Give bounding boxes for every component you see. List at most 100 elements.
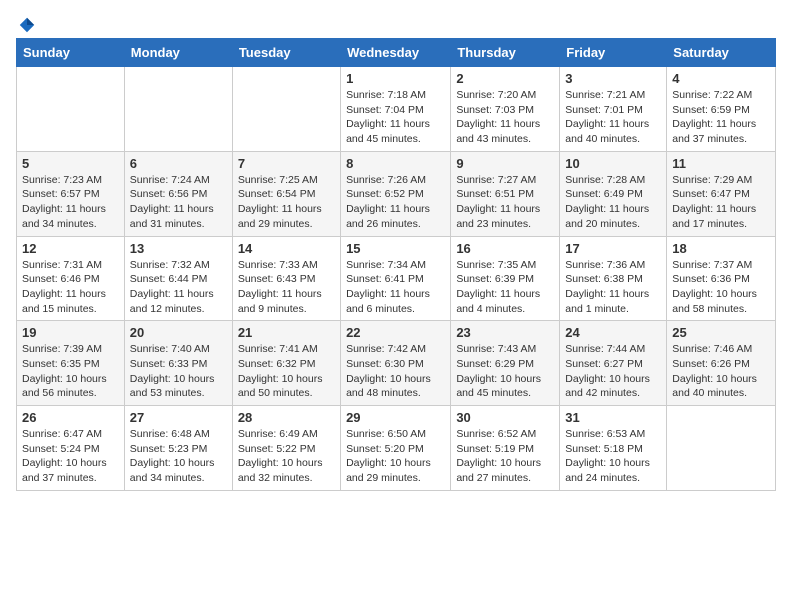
day-number: 15: [346, 241, 445, 256]
day-cell: 24Sunrise: 7:44 AM Sunset: 6:27 PM Dayli…: [560, 321, 667, 406]
weekday-header-monday: Monday: [124, 39, 232, 67]
day-cell: 25 Sunrise: 7:46 AM Sunset: 6:26 PM Dayli…: [667, 321, 776, 406]
weekday-header-saturday: Saturday: [667, 39, 776, 67]
day-number: 23: [456, 325, 554, 340]
day-cell: 10Sunrise: 7:28 AM Sunset: 6:49 PM Dayli…: [560, 151, 667, 236]
day-number: 9: [456, 156, 554, 171]
day-number: 26: [22, 410, 119, 425]
day-info: Sunrise: 6:52 AM Sunset: 5:19 PM Dayligh…: [456, 427, 554, 486]
day-info: Sunrise: 7:36 AM Sunset: 6:38 PM Dayligh…: [565, 258, 661, 317]
weekday-header-thursday: Thursday: [451, 39, 560, 67]
day-number: 2: [456, 71, 554, 86]
day-cell: 26 Sunrise: 6:47 AM Sunset: 5:24 PM Dayli…: [17, 406, 125, 491]
weekday-header-tuesday: Tuesday: [232, 39, 340, 67]
day-info: Sunrise: 7:32 AM Sunset: 6:44 PM Dayligh…: [130, 258, 227, 317]
day-number: 6: [130, 156, 227, 171]
weekday-header-wednesday: Wednesday: [341, 39, 451, 67]
day-number: 29: [346, 410, 445, 425]
day-number: 27: [130, 410, 227, 425]
day-number: 1: [346, 71, 445, 86]
day-info: Sunrise: 6:53 AM Sunset: 5:18 PM Dayligh…: [565, 427, 661, 486]
day-cell: 28 Sunrise: 6:49 AM Sunset: 5:22 PM Dayli…: [232, 406, 340, 491]
week-row-1: 1Sunrise: 7:18 AM Sunset: 7:04 PM Daylig…: [17, 67, 776, 152]
day-number: 12: [22, 241, 119, 256]
day-cell: 7 Sunrise: 7:25 AM Sunset: 6:54 PM Daylig…: [232, 151, 340, 236]
day-number: 14: [238, 241, 335, 256]
day-info: Sunrise: 6:50 AM Sunset: 5:20 PM Dayligh…: [346, 427, 445, 486]
calendar-table: SundayMondayTuesdayWednesdayThursdayFrid…: [16, 38, 776, 491]
day-number: 28: [238, 410, 335, 425]
day-cell: 22 Sunrise: 7:42 AM Sunset: 6:30 PM Dayli…: [341, 321, 451, 406]
day-info: Sunrise: 7:35 AM Sunset: 6:39 PM Dayligh…: [456, 258, 554, 317]
day-info: Sunrise: 7:43 AM Sunset: 6:29 PM Dayligh…: [456, 342, 554, 401]
day-number: 5: [22, 156, 119, 171]
weekday-header-sunday: Sunday: [17, 39, 125, 67]
day-number: 11: [672, 156, 770, 171]
day-cell: 6Sunrise: 7:24 AM Sunset: 6:56 PM Daylig…: [124, 151, 232, 236]
weekday-header-friday: Friday: [560, 39, 667, 67]
day-cell: 15Sunrise: 7:34 AM Sunset: 6:41 PM Dayli…: [341, 236, 451, 321]
day-cell: 1Sunrise: 7:18 AM Sunset: 7:04 PM Daylig…: [341, 67, 451, 152]
day-cell: [17, 67, 125, 152]
day-cell: 4 Sunrise: 7:22 AM Sunset: 6:59 PM Daylig…: [667, 67, 776, 152]
day-info: Sunrise: 7:23 AM Sunset: 6:57 PM Dayligh…: [22, 173, 119, 232]
day-cell: 3 Sunrise: 7:21 AM Sunset: 7:01 PM Daylig…: [560, 67, 667, 152]
day-cell: 30 Sunrise: 6:52 AM Sunset: 5:19 PM Dayli…: [451, 406, 560, 491]
day-number: 16: [456, 241, 554, 256]
day-info: Sunrise: 7:37 AM Sunset: 6:36 PM Dayligh…: [672, 258, 770, 317]
day-number: 25: [672, 325, 770, 340]
day-info: Sunrise: 7:27 AM Sunset: 6:51 PM Dayligh…: [456, 173, 554, 232]
logo-icon: [18, 16, 36, 34]
day-cell: 9 Sunrise: 7:27 AM Sunset: 6:51 PM Daylig…: [451, 151, 560, 236]
day-number: 4: [672, 71, 770, 86]
day-cell: [232, 67, 340, 152]
day-number: 22: [346, 325, 445, 340]
day-info: Sunrise: 7:33 AM Sunset: 6:43 PM Dayligh…: [238, 258, 335, 317]
day-info: Sunrise: 7:25 AM Sunset: 6:54 PM Dayligh…: [238, 173, 335, 232]
day-info: Sunrise: 7:20 AM Sunset: 7:03 PM Dayligh…: [456, 88, 554, 147]
day-cell: 19 Sunrise: 7:39 AM Sunset: 6:35 PM Dayli…: [17, 321, 125, 406]
day-info: Sunrise: 7:46 AM Sunset: 6:26 PM Dayligh…: [672, 342, 770, 401]
day-number: 13: [130, 241, 227, 256]
day-cell: 14 Sunrise: 7:33 AM Sunset: 6:43 PM Dayli…: [232, 236, 340, 321]
weekday-header-row: SundayMondayTuesdayWednesdayThursdayFrid…: [17, 39, 776, 67]
day-info: Sunrise: 7:29 AM Sunset: 6:47 PM Dayligh…: [672, 173, 770, 232]
day-cell: [667, 406, 776, 491]
day-info: Sunrise: 7:26 AM Sunset: 6:52 PM Dayligh…: [346, 173, 445, 232]
day-number: 31: [565, 410, 661, 425]
day-number: 24: [565, 325, 661, 340]
day-info: Sunrise: 6:48 AM Sunset: 5:23 PM Dayligh…: [130, 427, 227, 486]
day-cell: 17 Sunrise: 7:36 AM Sunset: 6:38 PM Dayli…: [560, 236, 667, 321]
day-number: 3: [565, 71, 661, 86]
day-number: 10: [565, 156, 661, 171]
day-info: Sunrise: 7:31 AM Sunset: 6:46 PM Dayligh…: [22, 258, 119, 317]
day-info: Sunrise: 7:42 AM Sunset: 6:30 PM Dayligh…: [346, 342, 445, 401]
day-number: 17: [565, 241, 661, 256]
day-info: Sunrise: 6:49 AM Sunset: 5:22 PM Dayligh…: [238, 427, 335, 486]
day-cell: 21Sunrise: 7:41 AM Sunset: 6:32 PM Dayli…: [232, 321, 340, 406]
day-number: 20: [130, 325, 227, 340]
day-cell: 11 Sunrise: 7:29 AM Sunset: 6:47 PM Dayli…: [667, 151, 776, 236]
day-number: 19: [22, 325, 119, 340]
day-number: 8: [346, 156, 445, 171]
day-cell: 20 Sunrise: 7:40 AM Sunset: 6:33 PM Dayli…: [124, 321, 232, 406]
day-number: 18: [672, 241, 770, 256]
day-info: Sunrise: 6:47 AM Sunset: 5:24 PM Dayligh…: [22, 427, 119, 486]
day-info: Sunrise: 7:40 AM Sunset: 6:33 PM Dayligh…: [130, 342, 227, 401]
day-info: Sunrise: 7:21 AM Sunset: 7:01 PM Dayligh…: [565, 88, 661, 147]
day-info: Sunrise: 7:22 AM Sunset: 6:59 PM Dayligh…: [672, 88, 770, 147]
day-cell: 27 Sunrise: 6:48 AM Sunset: 5:23 PM Dayli…: [124, 406, 232, 491]
logo: [16, 16, 36, 30]
day-number: 21: [238, 325, 335, 340]
day-cell: 13 Sunrise: 7:32 AM Sunset: 6:44 PM Dayli…: [124, 236, 232, 321]
week-row-4: 19 Sunrise: 7:39 AM Sunset: 6:35 PM Dayli…: [17, 321, 776, 406]
week-row-3: 12 Sunrise: 7:31 AM Sunset: 6:46 PM Dayli…: [17, 236, 776, 321]
day-info: Sunrise: 7:39 AM Sunset: 6:35 PM Dayligh…: [22, 342, 119, 401]
week-row-2: 5 Sunrise: 7:23 AM Sunset: 6:57 PM Daylig…: [17, 151, 776, 236]
day-number: 30: [456, 410, 554, 425]
day-cell: 12 Sunrise: 7:31 AM Sunset: 6:46 PM Dayli…: [17, 236, 125, 321]
day-cell: 31 Sunrise: 6:53 AM Sunset: 5:18 PM Dayli…: [560, 406, 667, 491]
day-number: 7: [238, 156, 335, 171]
day-cell: 5 Sunrise: 7:23 AM Sunset: 6:57 PM Daylig…: [17, 151, 125, 236]
day-cell: 23 Sunrise: 7:43 AM Sunset: 6:29 PM Dayli…: [451, 321, 560, 406]
